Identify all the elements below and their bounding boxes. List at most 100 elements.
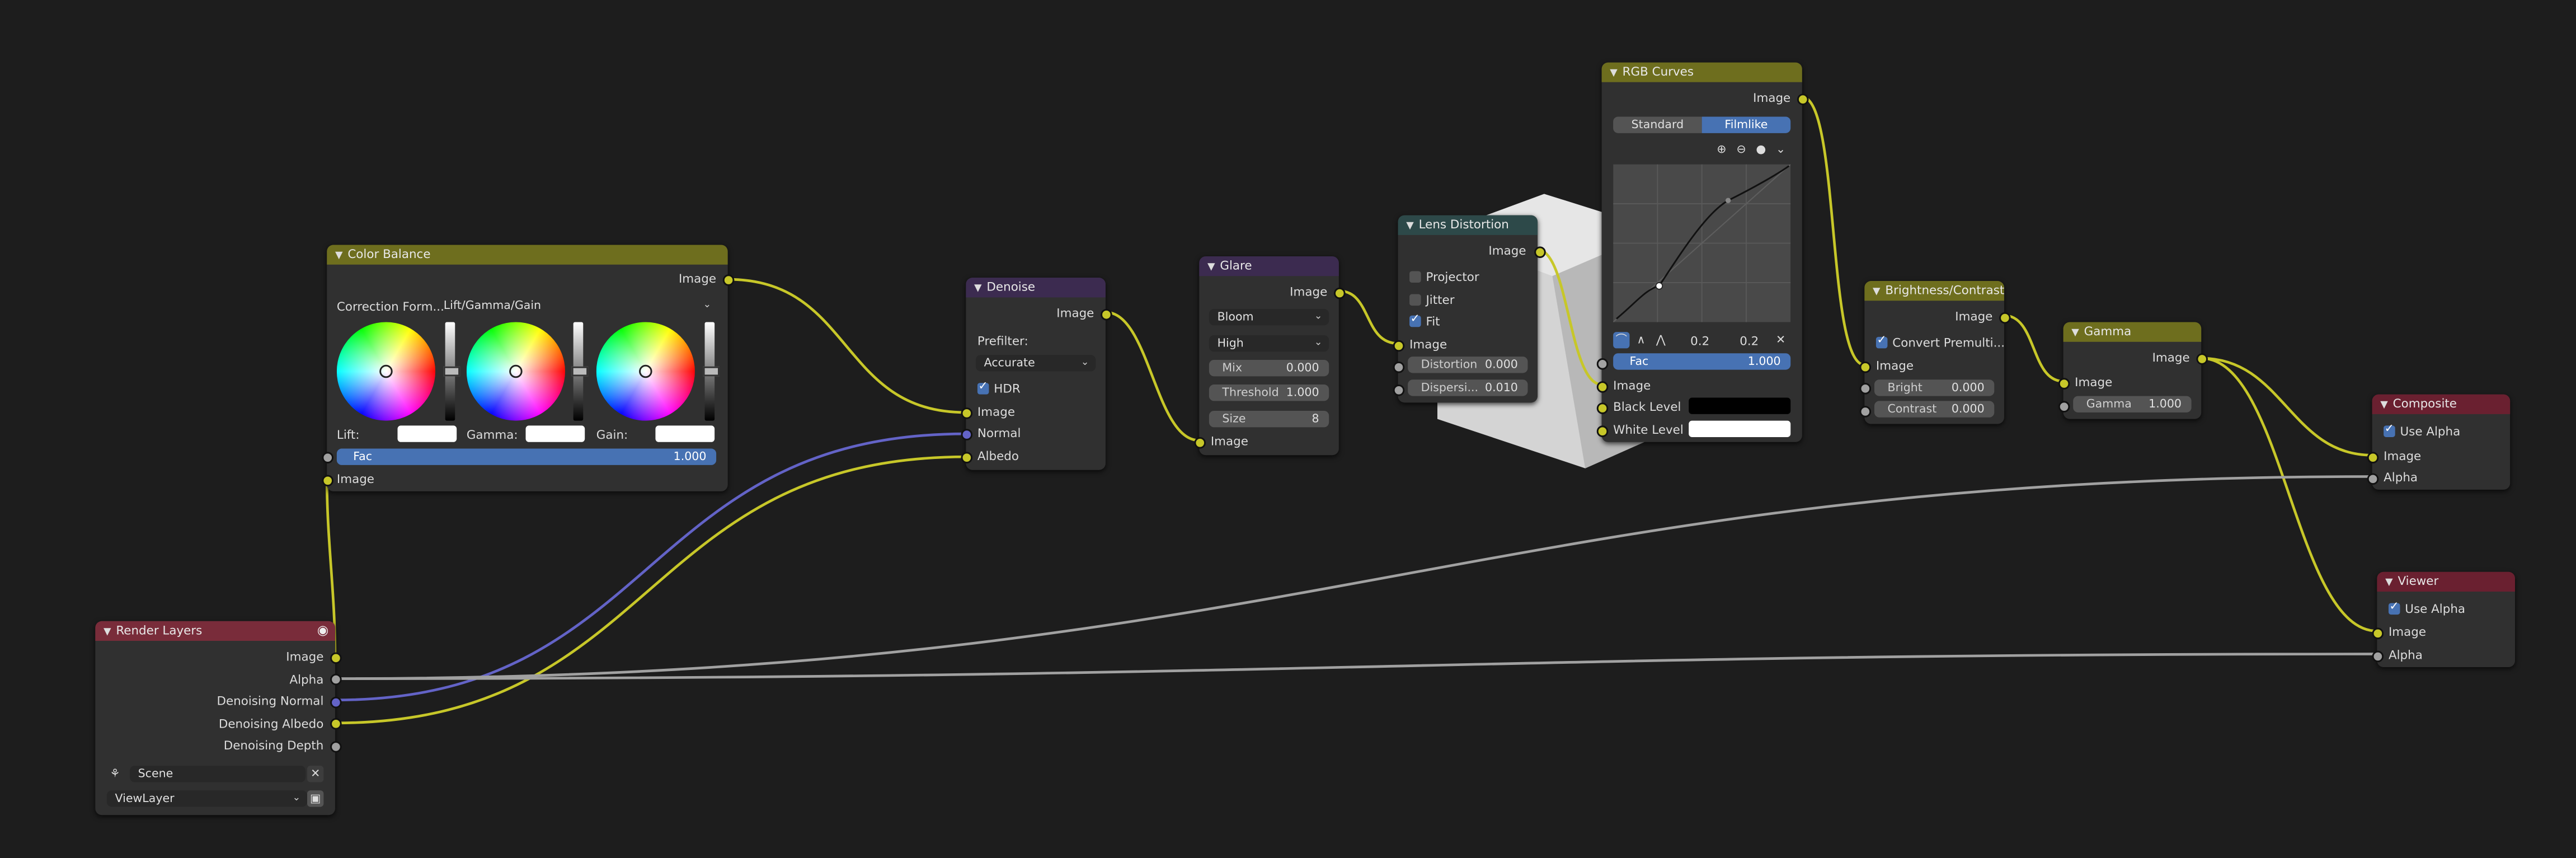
image-output-socket[interactable] <box>2196 353 2208 365</box>
white-level-swatch[interactable] <box>1689 420 1791 437</box>
rgb-curves-node[interactable]: ▼ RGB Curves Image Standard Filmlike ⊕ ⊖ … <box>1596 62 1809 442</box>
normal-input-socket[interactable] <box>961 429 973 440</box>
image-output-socket[interactable] <box>1797 93 1809 105</box>
glare-node[interactable]: ▼ Glare Image Bloom ⌄ High ⌄ Mix 0.000 Thres… <box>1194 256 1346 456</box>
brightness-contrast-node[interactable]: ▼Brightness/Contrast Image Convert Premu… <box>1859 281 2011 424</box>
composite-node[interactable]: ▼ Composite Use Alpha Image Alpha <box>2367 394 2511 490</box>
collapse-chevron-icon[interactable]: ▼ <box>1610 64 1618 82</box>
image-output-socket[interactable] <box>1999 312 2011 324</box>
collapse-chevron-icon[interactable]: ▼ <box>2380 396 2388 414</box>
chevron-down-icon[interactable]: ⌄ <box>1773 141 1789 157</box>
mix-field[interactable]: Mix 0.000 <box>1209 359 1329 377</box>
gamma-color-wheel[interactable] <box>466 322 565 421</box>
render-layers-node[interactable]: ▼ Render Layers ◉ Image Alpha Denoising N… <box>95 621 342 815</box>
viewer-node[interactable]: ▼ Viewer Use Alpha Image Alpha <box>2372 571 2516 668</box>
black-level-socket[interactable] <box>1596 402 1609 414</box>
gamma-input-socket[interactable] <box>2058 401 2070 412</box>
collapse-chevron-icon[interactable]: ▼ <box>974 279 982 297</box>
collapse-chevron-icon[interactable]: ▼ <box>2385 574 2393 592</box>
gain-color-wheel[interactable] <box>596 322 695 421</box>
image-output-socket[interactable] <box>722 274 735 286</box>
collapse-chevron-icon[interactable]: ▼ <box>104 623 111 641</box>
fac-input-socket[interactable] <box>322 452 334 463</box>
projector-checkbox[interactable] <box>1409 271 1421 283</box>
image-output-socket[interactable] <box>330 652 342 664</box>
contrast-field[interactable]: Contrast 0.000 <box>1874 401 1995 418</box>
viewer-header[interactable]: ▼ Viewer <box>2377 571 2516 592</box>
dispersion-field[interactable]: Dispersi... 0.010 <box>1408 379 1528 396</box>
collapse-chevron-icon[interactable]: ▼ <box>1406 217 1414 235</box>
fac-slider[interactable]: Fac 1.000 <box>336 448 717 465</box>
denoise-header[interactable]: ▼ Denoise <box>966 278 1106 298</box>
handle-type-icon[interactable]: ● <box>1753 141 1769 157</box>
hdr-checkbox[interactable] <box>977 379 989 395</box>
lens-distortion-header[interactable]: ▼ Lens Distortion <box>1398 215 1538 235</box>
quality-dropdown[interactable]: High ⌄ <box>1209 335 1329 352</box>
fac-input-socket[interactable] <box>1596 358 1609 370</box>
fit-checkbox[interactable] <box>1409 312 1421 327</box>
point-y-value[interactable]: 0.2 <box>1740 334 1759 348</box>
contrast-input-socket[interactable] <box>1859 406 1872 418</box>
color-balance-node[interactable]: ▼ Color Balance Image Correction Form... … <box>322 245 735 491</box>
scene-selector[interactable]: Scene <box>129 766 306 782</box>
lens-distortion-node[interactable]: ▼ Lens Distortion Image Projector Jitter … <box>1393 215 1546 403</box>
dispersion-input-socket[interactable] <box>1393 385 1405 396</box>
render-layers-header[interactable]: ▼ Render Layers ◉ <box>95 621 335 641</box>
gain-value-slider[interactable] <box>703 322 720 421</box>
image-input-socket[interactable] <box>1859 361 1872 373</box>
glare-type-dropdown[interactable]: Bloom ⌄ <box>1209 308 1329 326</box>
close-icon[interactable]: ✕ <box>307 766 324 782</box>
image-output-socket[interactable] <box>1101 308 1112 321</box>
size-field[interactable]: Size 8 <box>1209 411 1329 428</box>
convert-premultiplied-checkbox[interactable] <box>1875 333 1888 349</box>
point-x-value[interactable]: 0.2 <box>1690 334 1709 348</box>
use-alpha-checkbox[interactable] <box>2384 422 2395 437</box>
collapse-chevron-icon[interactable]: ▼ <box>1207 258 1215 276</box>
distortion-input-socket[interactable] <box>1393 361 1405 373</box>
denoising-normal-socket[interactable] <box>330 696 342 709</box>
lift-color-swatch[interactable] <box>397 425 457 442</box>
image-input-socket[interactable] <box>1596 381 1609 393</box>
lift-value-slider[interactable] <box>443 322 460 421</box>
image-input-socket[interactable] <box>1194 437 1206 449</box>
lift-color-wheel[interactable] <box>336 322 436 421</box>
albedo-input-socket[interactable] <box>961 452 973 463</box>
gamma-color-swatch[interactable] <box>525 425 585 442</box>
image-input-socket[interactable] <box>2058 378 2070 390</box>
tab-standard[interactable]: Standard <box>1613 116 1702 133</box>
rgb-curves-header[interactable]: ▼ RGB Curves <box>1601 62 1802 82</box>
collapse-chevron-icon[interactable]: ▼ <box>2071 323 2079 341</box>
view-layer-dropdown[interactable]: ViewLayer ⌄ <box>106 790 308 807</box>
jitter-checkbox[interactable] <box>1409 294 1421 306</box>
eye-icon[interactable]: ◉ <box>317 621 329 641</box>
use-alpha-checkbox[interactable] <box>2388 599 2400 615</box>
alpha-output-socket[interactable] <box>330 673 342 686</box>
zoom-in-icon[interactable]: ⊕ <box>1713 141 1729 157</box>
auto-handle-icon[interactable]: ⌒ <box>1613 332 1630 349</box>
render-icon[interactable]: ▣ <box>307 790 324 807</box>
denoise-node[interactable]: ▼Denoise Image Prefilter: Accurate⌄ HDR … <box>961 278 1112 470</box>
gamma-node[interactable]: ▼ Gamma Image Image Gamma 1.000 <box>2058 322 2208 419</box>
glare-header[interactable]: ▼ Glare <box>1199 256 1339 276</box>
collapse-chevron-icon[interactable]: ▼ <box>335 246 343 264</box>
vector-handle-icon[interactable]: ∧ <box>1633 332 1649 348</box>
zoom-out-icon[interactable]: ⊖ <box>1733 141 1749 157</box>
alpha-input-socket[interactable] <box>2372 650 2384 663</box>
black-level-swatch[interactable] <box>1689 397 1791 414</box>
image-input-socket[interactable] <box>2367 452 2379 463</box>
gain-color-swatch[interactable] <box>655 425 715 442</box>
fac-slider[interactable]: Fac 1.000 <box>1613 353 1791 370</box>
curve-graph[interactable] <box>1613 164 1791 322</box>
threshold-field[interactable]: Threshold 1.000 <box>1209 385 1329 401</box>
free-handle-icon[interactable]: ⋀ <box>1653 332 1669 348</box>
scene-icon[interactable]: ⚘ <box>107 766 123 782</box>
correction-formula-dropdown[interactable]: Lift/Gamma/Gain ⌄ <box>435 297 718 313</box>
brightness-contrast-header[interactable]: ▼ Brightness/Contrast <box>1864 281 2004 301</box>
color-balance-header[interactable]: ▼ Color Balance <box>327 245 728 265</box>
image-output-socket[interactable] <box>1534 246 1546 258</box>
distortion-field[interactable]: Distortion 0.000 <box>1408 357 1528 373</box>
gamma-header[interactable]: ▼ Gamma <box>2063 322 2202 342</box>
bright-input-socket[interactable] <box>1859 383 1872 395</box>
white-level-socket[interactable] <box>1596 425 1609 437</box>
denoising-albedo-socket[interactable] <box>330 718 342 730</box>
